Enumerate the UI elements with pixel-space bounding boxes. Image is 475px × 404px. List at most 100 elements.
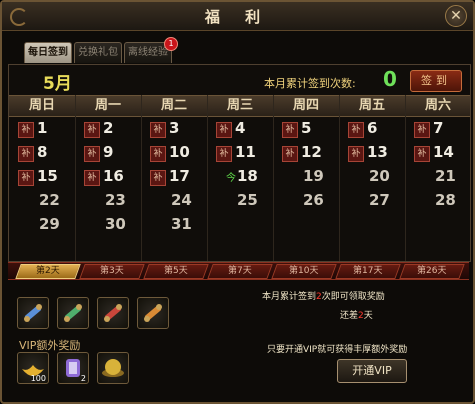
close-button[interactable]: ✕ — [445, 5, 467, 27]
milestone-day-5[interactable]: 第17天 — [335, 264, 401, 279]
calendar-day[interactable]: 补1 — [9, 119, 75, 141]
calendar-day[interactable]: 27 — [339, 191, 405, 213]
calendar-day[interactable]: 补 12 — [273, 143, 339, 165]
milestone-label: 第7天 — [228, 266, 252, 276]
calendar-day[interactable]: 补2 — [75, 119, 141, 141]
today-marker: 今 — [226, 173, 236, 184]
makeup-sign-button[interactable]: 补 — [18, 146, 34, 162]
milestone-label: 第10天 — [289, 266, 319, 276]
makeup-sign-button[interactable]: 补 — [348, 146, 364, 162]
calendar-day[interactable]: 补 10 — [141, 143, 207, 165]
reward-slot[interactable] — [137, 297, 169, 329]
sign-in-button[interactable]: 签到 — [410, 70, 462, 92]
calendar-day[interactable]: 补 13 — [339, 143, 405, 165]
calendar-day[interactable]: 补9 — [75, 143, 141, 165]
calendar-day[interactable]: 25 — [207, 191, 273, 213]
column-divider — [405, 95, 406, 261]
calendar-day[interactable]: 补7 — [405, 119, 471, 141]
calendar-day[interactable]: 22 — [9, 191, 75, 213]
calendar-day[interactable]: 补4 — [207, 119, 273, 141]
day-number: 18 — [237, 167, 258, 185]
makeup-sign-button[interactable]: 补 — [348, 122, 364, 138]
milestone-day-2[interactable]: 第5天 — [143, 264, 209, 279]
calendar-day[interactable]: 补 14 — [405, 143, 471, 165]
day-number: 22 — [39, 191, 60, 209]
reward-slot[interactable] — [57, 297, 89, 329]
weekday-1: 周一 — [94, 98, 121, 113]
calendar-day[interactable]: 30 — [75, 215, 141, 237]
activate-vip-button[interactable]: 开通VIP — [337, 359, 407, 383]
milestone-day-3[interactable]: 第7天 — [207, 264, 273, 279]
vip-reward-label: VIP额外奖励 — [19, 339, 81, 352]
calendar-day[interactable]: 补 15 — [9, 167, 75, 189]
calendar-day[interactable]: 补5 — [273, 119, 339, 141]
remain-prefix: 还差 — [340, 311, 359, 321]
day-number: 8 — [37, 143, 48, 161]
makeup-sign-button[interactable]: 补 — [18, 122, 34, 138]
calendar-day[interactable]: 23 — [75, 191, 141, 213]
makeup-sign-button[interactable]: 补 — [150, 146, 166, 162]
column-divider — [141, 95, 142, 261]
calendar-day[interactable]: 补 11 — [207, 143, 273, 165]
reward-slot[interactable] — [97, 352, 129, 384]
window-title: 福 利 — [204, 8, 271, 26]
day-number: 12 — [301, 143, 322, 161]
calendar-day[interactable]: 补8 — [9, 143, 75, 165]
calendar-day[interactable]: 29 — [9, 215, 75, 237]
tab-daily-signin[interactable]: 每日签到 — [24, 42, 72, 63]
milestone-day-0[interactable]: 第2天 — [15, 264, 81, 279]
calendar-day[interactable]: 31 — [141, 215, 207, 237]
reward-slot[interactable] — [97, 297, 129, 329]
weekday-6: 周六 — [424, 98, 451, 113]
milestone-label: 第2天 — [36, 266, 60, 276]
makeup-sign-button[interactable]: 补 — [84, 170, 100, 186]
notification-badge: 1 — [164, 37, 178, 51]
calendar-day[interactable]: 今 18 — [207, 167, 273, 189]
day-number: 31 — [171, 215, 192, 233]
reward-slot[interactable]: 100 — [17, 352, 49, 384]
calendar-day[interactable]: 补 17 — [141, 167, 207, 189]
calendar-day[interactable]: 24 — [141, 191, 207, 213]
calendar-day[interactable]: 21 — [405, 167, 471, 189]
makeup-sign-button[interactable]: 补 — [414, 122, 430, 138]
day-number: 16 — [103, 167, 124, 185]
day-number: 3 — [169, 119, 180, 137]
makeup-sign-button[interactable]: 补 — [216, 146, 232, 162]
calendar-day[interactable]: 28 — [405, 191, 471, 213]
reward-slot[interactable]: 2 — [57, 352, 89, 384]
reward-slot[interactable] — [17, 297, 49, 329]
makeup-sign-button[interactable]: 补 — [216, 122, 232, 138]
calendar-day[interactable]: 26 — [273, 191, 339, 213]
milestone-day-4[interactable]: 第10天 — [271, 264, 337, 279]
milestone-label: 第26天 — [417, 266, 447, 276]
milestone-day-6[interactable]: 第26天 — [399, 264, 465, 279]
day-number: 4 — [235, 119, 246, 137]
sign-count-value: 0 — [383, 67, 397, 91]
calendar-day[interactable]: 补 16 — [75, 167, 141, 189]
calendar-day[interactable]: 补3 — [141, 119, 207, 141]
calendar-day[interactable]: 19 — [273, 167, 339, 189]
day-number: 7 — [433, 119, 444, 137]
makeup-sign-button[interactable]: 补 — [150, 170, 166, 186]
milestone-bar: 第2天 第3天 第5天 第7天 第10天 第17天 第26天 — [8, 262, 469, 280]
milestone-label: 第17天 — [353, 266, 383, 276]
weekday-4: 周四 — [292, 98, 319, 113]
title-bar: 福 利 ✕ — [2, 2, 473, 31]
calendar-day[interactable]: 补6 — [339, 119, 405, 141]
day-number: 29 — [39, 215, 60, 233]
makeup-sign-button[interactable]: 补 — [282, 146, 298, 162]
makeup-sign-button[interactable]: 补 — [84, 122, 100, 138]
remaining-days-text: 还差2天 — [340, 308, 373, 321]
calendar-day[interactable]: 20 — [339, 167, 405, 189]
makeup-sign-button[interactable]: 补 — [150, 122, 166, 138]
makeup-sign-button[interactable]: 补 — [84, 146, 100, 162]
remain-suffix: 天 — [363, 311, 373, 321]
day-number: 27 — [369, 191, 390, 209]
makeup-sign-button[interactable]: 补 — [414, 146, 430, 162]
makeup-sign-button[interactable]: 补 — [282, 122, 298, 138]
monthly-sign-text: 本月累计签到2次即可领取奖励 — [262, 289, 385, 302]
milestone-day-1[interactable]: 第3天 — [79, 264, 145, 279]
day-number: 11 — [235, 143, 256, 161]
tab-redeem-gift[interactable]: 兑换礼包 — [74, 42, 122, 63]
makeup-sign-button[interactable]: 补 — [18, 170, 34, 186]
